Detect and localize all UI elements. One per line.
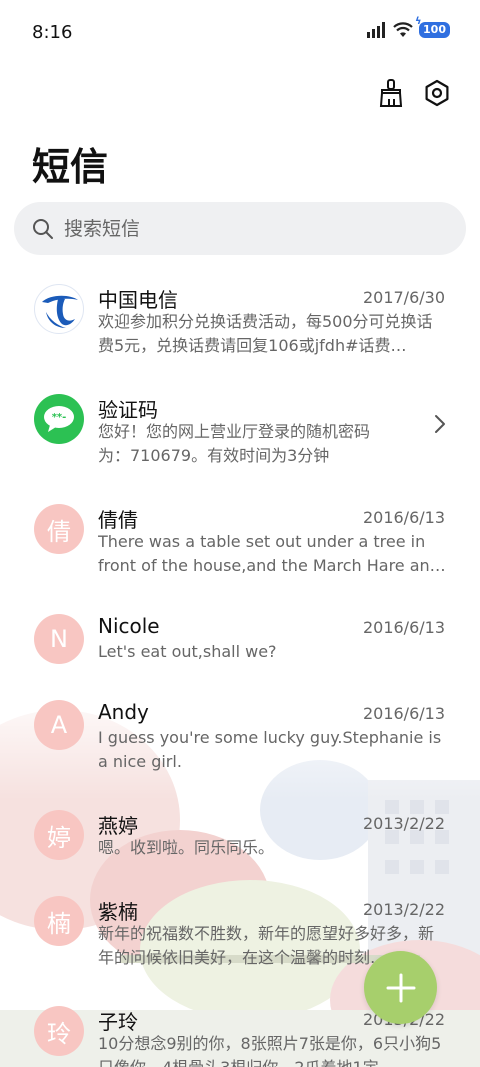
contact-name: 中国电信	[98, 288, 178, 312]
wifi-icon	[393, 22, 413, 37]
avatar: 楠	[34, 896, 84, 946]
chevron-right-icon	[435, 415, 445, 433]
avatar: 玲	[34, 1006, 84, 1056]
settings-button[interactable]	[422, 78, 452, 108]
conversation-item-yanting[interactable]: 婷 燕婷 2013/2/22 嗯。收到啦。同乐同乐。	[0, 796, 480, 882]
avatar: N	[34, 614, 84, 664]
message-date: 2017/6/30	[362, 288, 445, 307]
conversation-item-china-telecom[interactable]: 中国电信 2017/6/30 欢迎参加积分兑换话费活动，每500分可兑换话费5元…	[0, 270, 480, 380]
search-icon	[33, 218, 53, 239]
signal-icon	[367, 22, 386, 38]
compose-button[interactable]	[364, 951, 437, 1024]
svg-text:**-: **-	[52, 412, 67, 423]
message-preview: I guess you're some lucky guy.Stephanie …	[98, 728, 442, 771]
china-telecom-logo-icon	[37, 287, 81, 331]
avatar: 倩	[34, 504, 84, 554]
status-icons: ϟ 100	[367, 16, 450, 38]
message-date: 2016/6/13	[362, 704, 445, 723]
avatar: A	[34, 700, 84, 750]
top-actions	[376, 78, 452, 108]
message-preview: 10分想念9别的你，8张照片7张是你，6只小狗5只像你，4根骨头3根归你，2爪着…	[98, 1034, 442, 1067]
conversation-item-andy[interactable]: A Andy 2016/6/13 I guess you're some luc…	[0, 686, 480, 796]
conversation-item-qianqian[interactable]: 倩 倩倩 2016/6/13 There was a table set out…	[0, 490, 480, 600]
avatar: **-	[34, 394, 84, 444]
clean-button[interactable]	[376, 78, 406, 108]
message-preview: 嗯。收到啦。同乐同乐。	[98, 838, 275, 857]
page-title: 短信	[32, 145, 109, 189]
contact-name: Nicole	[98, 614, 160, 638]
contact-name: 子玲	[98, 1010, 138, 1034]
message-date: 2016/6/13	[362, 508, 445, 527]
battery-indicator: ϟ 100	[415, 16, 450, 38]
conversation-item-verification-code[interactable]: **- 验证码 您好！您的网上营业厅登录的随机密码为：710679。有效时间为3…	[0, 380, 480, 490]
settings-icon	[425, 79, 449, 107]
message-bubble-icon: **-	[44, 406, 74, 432]
message-preview: 欢迎参加积分兑换话费活动，每500分可兑换话费5元，兑换话费请回复106或jfd…	[98, 312, 433, 355]
avatar: 婷	[34, 810, 84, 860]
status-bar: 8:16 ϟ 100	[0, 0, 480, 68]
broom-icon	[379, 79, 403, 107]
contact-name: 验证码	[98, 398, 158, 422]
status-time: 8:16	[32, 22, 73, 43]
search-input[interactable]	[64, 217, 444, 240]
message-preview: Let's eat out,shall we?	[98, 642, 277, 661]
battery-level: 100	[423, 23, 446, 36]
contact-name: Andy	[98, 700, 149, 724]
contact-name: 燕婷	[98, 814, 138, 838]
contact-name: 紫楠	[98, 900, 138, 924]
conversation-list: 中国电信 2017/6/30 欢迎参加积分兑换话费活动，每500分可兑换话费5元…	[0, 270, 480, 1067]
contact-name: 倩倩	[98, 508, 138, 532]
plus-icon	[386, 973, 415, 1002]
conversation-item-nicole[interactable]: N Nicole 2016/6/13 Let's eat out,shall w…	[0, 600, 480, 686]
message-preview: 您好！您的网上营业厅登录的随机密码为：710679。有效时间为3分钟	[98, 422, 371, 465]
message-date: 2013/2/22	[362, 900, 445, 919]
message-preview: There was a table set out under a tree i…	[98, 532, 446, 575]
message-date: 2013/2/22	[362, 814, 445, 833]
charging-icon: ϟ	[415, 16, 422, 27]
avatar	[34, 284, 84, 334]
search-bar[interactable]	[14, 202, 466, 255]
message-date: 2016/6/13	[362, 618, 445, 637]
